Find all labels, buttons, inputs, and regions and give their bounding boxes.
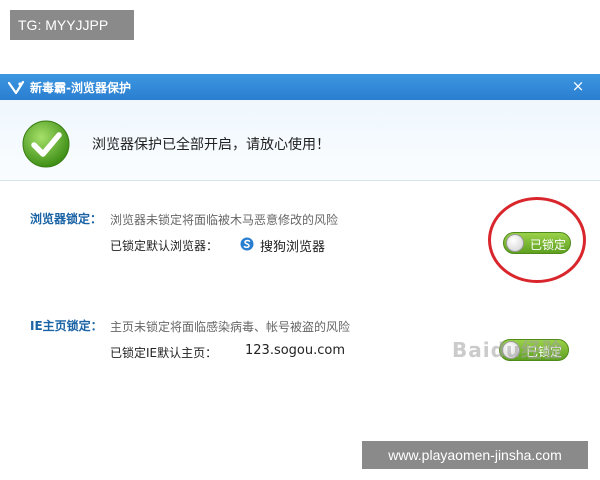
tag-overlay: TG: MYYJJPP	[10, 10, 134, 40]
highlight-circle	[488, 197, 586, 283]
window-title: 新毒霸-浏览器保护	[30, 80, 131, 95]
homepage-lock-label: IE主页锁定：	[30, 319, 103, 333]
status-banner: 浏览器保护已全部开启，请放心使用！	[0, 100, 600, 181]
check-icon	[22, 120, 70, 168]
browser-lock-sub-label: 已锁定默认浏览器：	[110, 239, 219, 253]
default-homepage-value: 123.sogou.com	[245, 343, 346, 358]
homepage-lock-description: 主页未锁定将面临感染病毒、帐号被盗的风险	[110, 320, 351, 334]
url-overlay: www.playaomen-jinsha.com	[362, 441, 588, 469]
close-icon: ×	[571, 77, 585, 95]
default-browser-value: 搜狗浏览器	[260, 240, 326, 255]
browser-lock-label: 浏览器锁定：	[30, 212, 103, 226]
title-bar: 新毒霸-浏览器保护 ×	[0, 74, 600, 100]
homepage-lock-sub-label: 已锁定IE默认主页：	[110, 346, 218, 360]
browser-lock-description: 浏览器未锁定将面临被木马恶意修改的风险	[110, 213, 339, 227]
duba-logo-icon	[8, 80, 24, 95]
close-button[interactable]: ×	[570, 77, 586, 95]
status-message: 浏览器保护已全部开启，请放心使用！	[92, 137, 330, 153]
watermark: Baidu经验	[452, 338, 564, 362]
sogou-browser-icon	[240, 237, 254, 251]
